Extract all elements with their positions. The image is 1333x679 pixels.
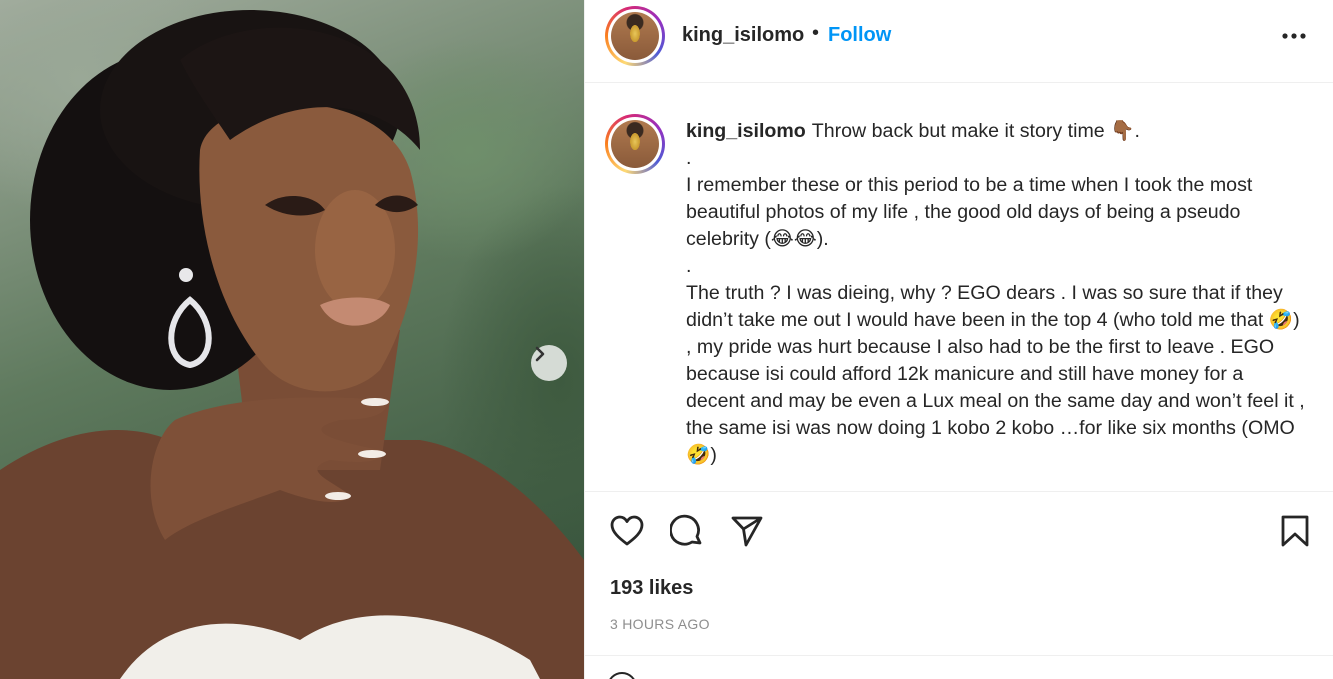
post-media[interactable] — [0, 0, 584, 679]
header-username[interactable]: king_isilomo — [682, 24, 804, 47]
caption-username[interactable]: king_isilomo — [686, 120, 806, 142]
save-button[interactable] — [1277, 515, 1313, 551]
post-timestamp[interactable]: 3 HOURS AGO — [610, 616, 710, 632]
likes-count[interactable]: 193 likes — [610, 577, 693, 600]
more-options-button[interactable] — [1278, 20, 1310, 52]
post-photo — [0, 10, 584, 679]
more-options-icon — [1281, 27, 1307, 45]
separator-dot: • — [812, 22, 820, 44]
caption-section: king_isilomo Throw back but make it story… — [585, 84, 1333, 492]
like-button[interactable] — [609, 515, 645, 551]
action-bar — [585, 493, 1333, 573]
share-button[interactable] — [729, 515, 765, 551]
avatar-image — [611, 120, 659, 168]
bookmark-icon — [1280, 514, 1310, 553]
follow-button[interactable]: Follow — [828, 24, 891, 47]
paper-plane-icon — [730, 514, 764, 553]
next-image-button[interactable] — [531, 345, 567, 381]
caption-avatar[interactable] — [605, 114, 665, 174]
caption-text: Throw back but make it story time 👇🏾. . … — [686, 120, 1305, 466]
post-header: king_isilomo • Follow — [585, 0, 1333, 83]
heart-icon — [610, 515, 644, 552]
comment-button[interactable] — [669, 514, 705, 553]
divider — [585, 655, 1333, 656]
emoji-icon[interactable] — [607, 672, 637, 679]
avatar-image — [611, 12, 659, 60]
avatar[interactable] — [605, 6, 665, 66]
post-side-panel: king_isilomo • Follow king_isilomo Throw … — [584, 0, 1333, 679]
caption: king_isilomo Throw back but make it story… — [686, 118, 1306, 469]
comment-icon — [669, 514, 704, 553]
